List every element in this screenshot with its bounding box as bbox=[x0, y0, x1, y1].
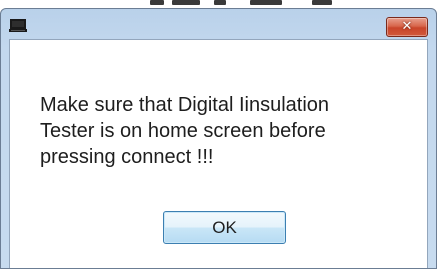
background-text-fragment bbox=[250, 0, 282, 5]
message-dialog: ✕ Make sure that Digital Iinsulation Tes… bbox=[0, 8, 437, 269]
close-button[interactable]: ✕ bbox=[386, 17, 428, 37]
computer-icon bbox=[9, 19, 27, 33]
background-text-fragment bbox=[214, 0, 226, 5]
message-line: pressing connect !!! bbox=[40, 146, 214, 168]
ok-button[interactable]: OK bbox=[163, 211, 286, 244]
message-line: Make sure that Digital Iinsulation bbox=[40, 94, 330, 116]
title-bar[interactable]: ✕ bbox=[1, 9, 436, 39]
message-line: Tester is on home screen before bbox=[40, 120, 326, 142]
background-text-fragment bbox=[150, 0, 164, 5]
dialog-client-area: Make sure that Digital Iinsulation Teste… bbox=[9, 39, 428, 268]
background-text-fragment bbox=[312, 0, 332, 5]
background-text-fragment bbox=[172, 0, 200, 5]
close-icon: ✕ bbox=[401, 19, 413, 34]
dialog-message: Make sure that Digital Iinsulation Teste… bbox=[40, 92, 410, 170]
